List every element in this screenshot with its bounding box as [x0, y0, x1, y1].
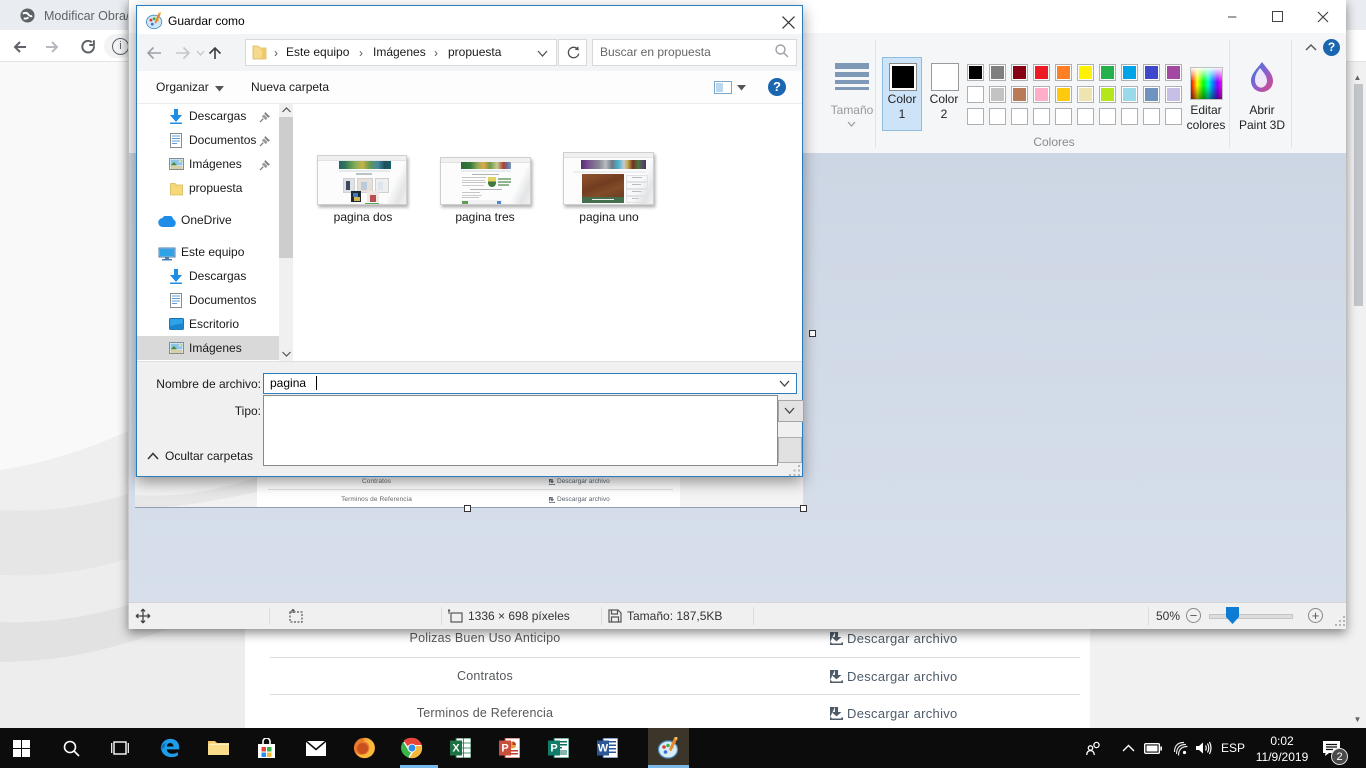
svg-text:P: P: [550, 743, 557, 755]
svg-text:X: X: [452, 743, 460, 755]
svg-text:P: P: [501, 743, 508, 755]
svg-text:W: W: [598, 743, 609, 755]
